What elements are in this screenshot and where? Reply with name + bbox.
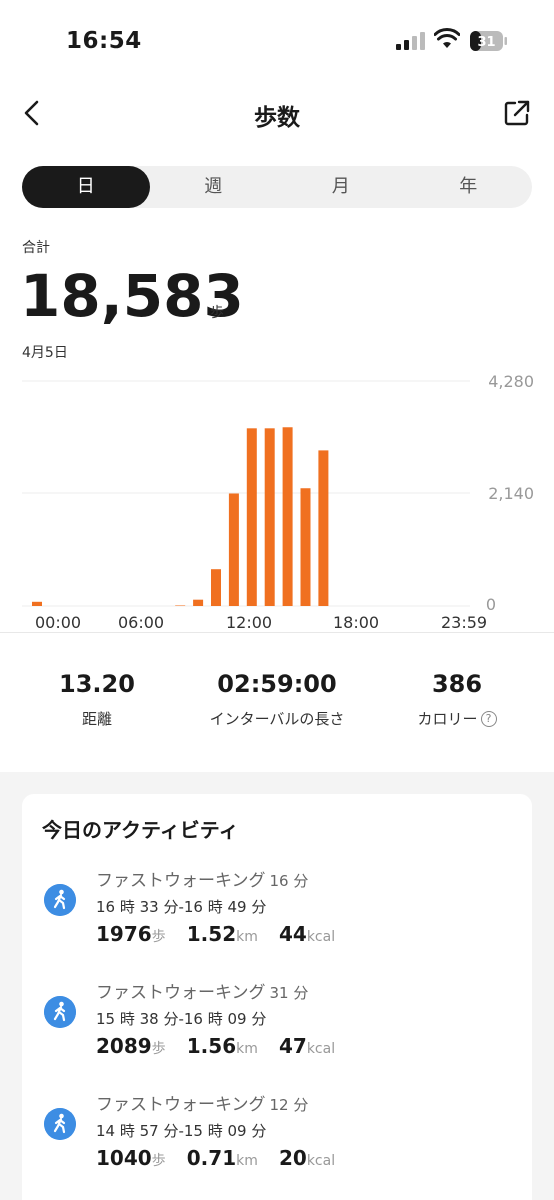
activity-steps: 1040 bbox=[96, 1146, 152, 1170]
activities-title: 今日のアクティビティ bbox=[42, 818, 239, 842]
chart-bar[interactable] bbox=[32, 601, 42, 606]
chart-bar[interactable] bbox=[264, 428, 275, 606]
cellular-signal-icon bbox=[396, 32, 425, 50]
activity-steps-unit: 歩 bbox=[151, 1041, 166, 1057]
stats-row: 13.20 距離 02:59:00 インターバルの長さ 386 カロリー ? bbox=[0, 670, 554, 740]
activity-steps-unit: 歩 bbox=[151, 1153, 166, 1169]
chart-bar[interactable] bbox=[300, 488, 311, 606]
tab-month[interactable]: 月 bbox=[277, 166, 405, 208]
activity-item[interactable]: ファストウォーキング 16 分 16 時 33 分-16 時 49 分 1976歩… bbox=[22, 866, 532, 966]
activity-metrics: 2089歩 1.56km 47kcal bbox=[96, 1034, 351, 1058]
activity-distance-unit: km bbox=[236, 929, 258, 945]
activity-name: ファストウォーキング bbox=[96, 871, 266, 891]
battery-level: 31 bbox=[477, 35, 495, 50]
activity-distance: 1.52 bbox=[186, 922, 237, 946]
total-steps-unit: 歩 bbox=[210, 305, 224, 321]
chart-bar[interactable] bbox=[211, 569, 221, 606]
activity-distance: 1.56 bbox=[186, 1034, 237, 1058]
activity-duration: 12 分 bbox=[269, 1096, 309, 1114]
x-tick-label: 06:00 bbox=[118, 613, 164, 632]
y-tick-label: 2,140 bbox=[488, 484, 534, 503]
walking-person-icon bbox=[44, 996, 76, 1028]
stat-calories: 386 カロリー ? bbox=[367, 670, 547, 729]
battery-icon: 31 bbox=[470, 31, 507, 51]
activity-duration: 31 分 bbox=[269, 984, 309, 1002]
date-label: 4月5日 bbox=[22, 345, 68, 361]
x-tick-label: 23:59 bbox=[441, 613, 487, 632]
chart-bar[interactable] bbox=[175, 605, 186, 606]
activity-distance: 0.71 bbox=[186, 1146, 237, 1170]
activity-metrics: 1976歩 1.52km 44kcal bbox=[96, 922, 351, 946]
activity-name: ファストウォーキング bbox=[96, 1095, 266, 1115]
stat-interval-value: 02:59:00 bbox=[217, 670, 337, 698]
bar-group bbox=[32, 427, 329, 607]
chart-bar[interactable] bbox=[228, 493, 239, 607]
activity-calories: 20 bbox=[278, 1146, 307, 1170]
activity-duration: 16 分 bbox=[269, 872, 309, 890]
activity-calories: 44 bbox=[278, 922, 307, 946]
activity-time-range: 16 時 33 分-16 時 49 分 bbox=[96, 898, 267, 916]
activity-distance-unit: km bbox=[236, 1153, 258, 1169]
y-tick-label: 0 bbox=[486, 595, 496, 614]
walking-person-icon bbox=[44, 1108, 76, 1140]
activity-steps: 1976 bbox=[96, 922, 152, 946]
steps-bar-chart[interactable]: 4,280 2,140 0 00:00 06:00 12:00 18:00 23… bbox=[0, 360, 554, 640]
activity-item[interactable]: ファストウォーキング 12 分 14 時 57 分-15 時 09 分 1040歩… bbox=[22, 1090, 532, 1190]
activity-calories-unit: kcal bbox=[306, 1153, 336, 1169]
stat-calories-label: カロリー bbox=[417, 710, 478, 728]
stat-distance-value: 13.20 bbox=[59, 670, 135, 698]
period-tabs: 日 週 月 年 bbox=[22, 166, 532, 208]
share-external-icon[interactable] bbox=[502, 98, 532, 128]
x-tick-label: 12:00 bbox=[226, 613, 272, 632]
tab-day[interactable]: 日 bbox=[22, 166, 150, 208]
x-tick-label: 18:00 bbox=[333, 613, 379, 632]
y-tick-label: 4,280 bbox=[488, 372, 534, 391]
wifi-icon bbox=[434, 28, 460, 48]
activity-calories-unit: kcal bbox=[306, 1041, 336, 1057]
stat-calories-value: 386 bbox=[431, 670, 483, 698]
activity-calories: 47 bbox=[278, 1034, 307, 1058]
stat-interval: 02:59:00 インターバルの長さ bbox=[187, 670, 367, 729]
chart-bar[interactable] bbox=[318, 450, 329, 606]
page-title: 歩数 bbox=[254, 105, 300, 131]
activity-item[interactable]: ファストウォーキング 31 分 15 時 38 分-16 時 09 分 2089歩… bbox=[22, 978, 532, 1078]
divider bbox=[0, 632, 554, 633]
help-icon[interactable]: ? bbox=[480, 710, 497, 727]
chart-bar[interactable] bbox=[193, 599, 204, 606]
activity-name: ファストウォーキング bbox=[96, 983, 266, 1003]
activity-calories-unit: kcal bbox=[306, 929, 336, 945]
chart-bar[interactable] bbox=[246, 428, 257, 606]
status-bar: 16:54 31 bbox=[0, 0, 554, 80]
activity-time-range: 15 時 38 分-16 時 09 分 bbox=[96, 1010, 267, 1028]
stat-distance-label: 距離 bbox=[81, 710, 112, 728]
activity-time-range: 14 時 57 分-15 時 09 分 bbox=[96, 1122, 267, 1140]
status-time: 16:54 bbox=[66, 28, 142, 54]
tab-week[interactable]: 週 bbox=[150, 166, 278, 208]
activities-card: 今日のアクティビティ ファストウォーキング 16 分 16 時 33 分-16 時… bbox=[22, 794, 532, 1200]
stat-interval-label: インターバルの長さ bbox=[209, 710, 345, 728]
activity-metrics: 1040歩 0.71km 20kcal bbox=[96, 1146, 351, 1170]
total-label: 合計 bbox=[22, 240, 50, 256]
chart-bar[interactable] bbox=[282, 427, 293, 606]
stat-distance: 13.20 距離 bbox=[7, 670, 187, 729]
activity-steps: 2089 bbox=[96, 1034, 152, 1058]
walking-person-icon bbox=[44, 884, 76, 916]
activity-steps-unit: 歩 bbox=[151, 929, 166, 945]
nav-bar: 歩数 bbox=[0, 88, 554, 138]
x-tick-label: 00:00 bbox=[35, 613, 81, 632]
activity-distance-unit: km bbox=[236, 1041, 258, 1057]
tab-year[interactable]: 年 bbox=[405, 166, 533, 208]
